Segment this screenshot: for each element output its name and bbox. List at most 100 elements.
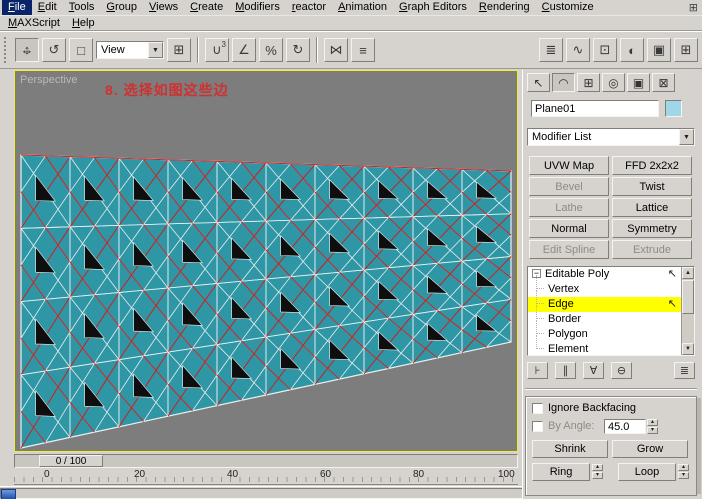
menu-item-help[interactable]: Help: [66, 16, 101, 31]
twist-button[interactable]: Twist: [612, 177, 692, 196]
menu-item-group[interactable]: Group: [100, 0, 143, 15]
stack-item-element[interactable]: Element: [528, 335, 694, 355]
schematic-view-button[interactable]: ⊡: [593, 38, 617, 62]
time-slider-thumb[interactable]: 0 / 100: [39, 455, 103, 467]
stack-item-label: Element: [548, 343, 589, 355]
scroll-down-icon[interactable]: ▼: [682, 343, 694, 355]
curve-editor-button[interactable]: ∿: [566, 38, 590, 62]
stack-item-vertex[interactable]: Vertex: [528, 275, 694, 297]
combo-dropdown-icon[interactable]: ▼: [148, 42, 163, 58]
pin-stack-button[interactable]: ⊦: [527, 362, 548, 379]
menu-item-tools[interactable]: Tools: [63, 0, 101, 15]
spinner-snap-button[interactable]: ↻: [286, 38, 310, 62]
remove-modifier-button[interactable]: ⊖: [611, 362, 632, 379]
render-scene-button[interactable]: ▣: [647, 38, 671, 62]
quick-render-button[interactable]: ⊞: [674, 38, 698, 62]
cursor-icon: ↖: [667, 298, 677, 310]
viewport-label[interactable]: Perspective: [20, 74, 77, 86]
use-center-button[interactable]: ⊞: [167, 38, 191, 62]
configure-modifier-sets-button[interactable]: ≣: [674, 362, 695, 379]
perspective-viewport[interactable]: Perspective 8. 选择如图这些边: [14, 70, 518, 452]
make-unique-button[interactable]: ∀: [583, 362, 604, 379]
spin-down-icon[interactable]: ▾: [592, 472, 603, 479]
toolbar-drag-handle[interactable]: [4, 37, 8, 63]
menu-item-views[interactable]: Views: [143, 0, 184, 15]
menu-item-animation[interactable]: Animation: [332, 0, 393, 15]
material-editor-button[interactable]: ◐: [620, 38, 644, 62]
editable-poly-mesh[interactable]: [15, 71, 517, 451]
align-button[interactable]: ≡: [351, 38, 375, 62]
scroll-up-icon[interactable]: ▲: [682, 267, 694, 279]
object-name-input[interactable]: [531, 100, 659, 117]
menu-item-create[interactable]: Create: [184, 0, 229, 15]
modifier-list-label: Modifier List: [532, 131, 592, 143]
ignore-backfacing-checkbox[interactable]: [532, 403, 543, 414]
modify-tab[interactable]: ◠: [552, 73, 575, 92]
ring-button[interactable]: Ring: [532, 463, 590, 481]
utilities-tab[interactable]: ⊠: [652, 73, 675, 92]
edit-spline-button[interactable]: Edit Spline: [529, 240, 609, 259]
menu-item-modifiers[interactable]: Modifiers: [229, 0, 286, 15]
stack-scrollbar-thumb[interactable]: [682, 280, 694, 314]
panel-scrollbar[interactable]: [697, 398, 701, 494]
lathe-button[interactable]: Lathe: [529, 198, 609, 217]
shrink-button[interactable]: Shrink: [532, 440, 608, 458]
modifier-list-dropdown-icon[interactable]: ▼: [679, 129, 694, 145]
modifier-set-buttons: UVW Map FFD 2x2x2 Bevel Twist Lathe Latt…: [529, 156, 692, 259]
spin-up-icon[interactable]: ▴: [592, 464, 603, 471]
menu-item-reactor[interactable]: reactor: [286, 0, 332, 15]
menu-item-graph-editors[interactable]: Graph Editors: [393, 0, 473, 15]
display-tab[interactable]: ▣: [627, 73, 650, 92]
ffd-2x2x2-button[interactable]: FFD 2x2x2: [612, 156, 692, 175]
angle-snap-button[interactable]: ∠: [232, 38, 256, 62]
track-tick-40: 40: [227, 469, 239, 480]
show-end-result-button[interactable]: ∥: [555, 362, 576, 379]
layer-manager-button[interactable]: ≣: [539, 38, 563, 62]
select-and-rotate-button[interactable]: ↺: [42, 38, 66, 62]
horizontal-scrollbar-thumb[interactable]: [1, 489, 16, 499]
stack-item-border[interactable]: Border: [528, 305, 694, 327]
selection-rollout: Ignore Backfacing By Angle: ▴ ▾ Shrink G…: [525, 396, 697, 496]
spin-up-icon[interactable]: ▴: [678, 464, 689, 471]
time-slider-track[interactable]: 0 / 100: [14, 454, 518, 468]
menu-item-edit[interactable]: Edit: [32, 0, 63, 15]
select-and-move-button[interactable]: ↔ ↕: [15, 38, 39, 62]
spin-up-icon[interactable]: ▴: [647, 419, 658, 426]
grow-button[interactable]: Grow: [612, 440, 688, 458]
by-angle-checkbox[interactable]: [532, 421, 543, 432]
track-tick-20: 20: [134, 469, 146, 480]
motion-tab[interactable]: ◎: [602, 73, 625, 92]
stack-item-edge[interactable]: Edge ↖: [528, 290, 694, 312]
lattice-button[interactable]: Lattice: [612, 198, 692, 217]
spin-down-icon[interactable]: ▾: [678, 472, 689, 479]
select-and-scale-button[interactable]: □: [69, 38, 93, 62]
reference-coordinate-combo[interactable]: View ▼: [96, 41, 164, 59]
menu-item-rendering[interactable]: Rendering: [473, 0, 536, 15]
loop-button[interactable]: Loop: [618, 463, 676, 481]
loop-spinner[interactable]: ▴ ▾: [678, 464, 689, 479]
by-angle-spinner[interactable]: ▴ ▾: [647, 419, 658, 434]
by-angle-input[interactable]: [604, 419, 646, 434]
menu-item-file[interactable]: File: [2, 0, 32, 15]
menu-item-customize[interactable]: Customize: [536, 0, 600, 15]
ring-spinner[interactable]: ▴ ▾: [592, 464, 603, 479]
modifier-list-dropdown[interactable]: Modifier List ▼: [527, 128, 695, 146]
spin-down-icon[interactable]: ▾: [647, 427, 658, 434]
bevel-button[interactable]: Bevel: [529, 177, 609, 196]
hierarchy-tab[interactable]: ⊞: [577, 73, 600, 92]
uvw-map-button[interactable]: UVW Map: [529, 156, 609, 175]
stack-scrollbar[interactable]: ▲ ▼: [681, 267, 694, 355]
stack-item-polygon[interactable]: Polygon: [528, 320, 694, 342]
normal-button[interactable]: Normal: [529, 219, 609, 238]
create-tab[interactable]: ↖: [527, 73, 550, 92]
extrude-button[interactable]: Extrude: [612, 240, 692, 259]
percent-snap-button[interactable]: %: [259, 38, 283, 62]
snap-toggle-button[interactable]: ∪ 3: [205, 38, 229, 62]
stack-item-editable-poly[interactable]: − Editable Poly ↖: [528, 267, 694, 282]
mirror-button[interactable]: ⋈: [324, 38, 348, 62]
track-tick-100: 100: [498, 469, 515, 480]
track-bar[interactable]: 0 20 40 60 80 100: [14, 468, 518, 485]
object-color-swatch[interactable]: [665, 100, 682, 117]
menu-item-maxscript[interactable]: MAXScript: [2, 16, 66, 31]
symmetry-button[interactable]: Symmetry: [612, 219, 692, 238]
